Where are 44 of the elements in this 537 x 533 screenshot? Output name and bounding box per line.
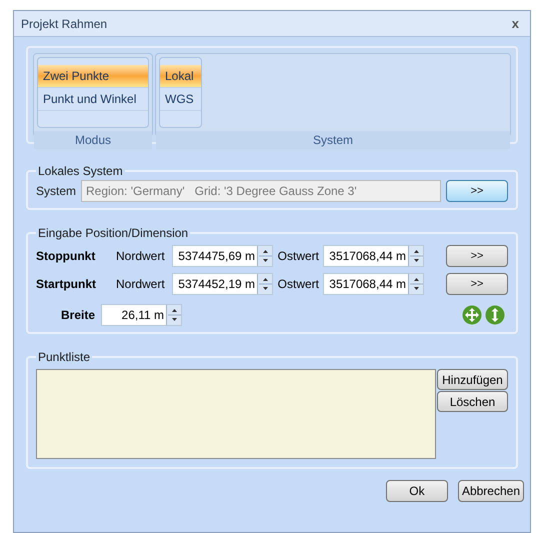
point-list[interactable] (36, 369, 436, 459)
browse-button[interactable]: >> (446, 180, 508, 202)
field-value: 3517068,44 m (328, 248, 407, 265)
dialog-button[interactable]: Abbrechen (458, 480, 524, 502)
field-label: Breite (61, 307, 96, 324)
spin-buttons[interactable] (408, 246, 423, 266)
field-value: 26,11 m (120, 307, 165, 324)
spin-buttons[interactable] (166, 305, 181, 325)
spin-buttons[interactable] (408, 274, 423, 294)
field-label: Nordwert (116, 248, 166, 265)
field-value: 3517068,44 m (328, 276, 407, 293)
field-label: System (36, 183, 76, 200)
group-title: Punktliste (37, 349, 92, 366)
field-label: Ostwert (276, 248, 320, 265)
list-button[interactable]: Löschen (437, 391, 508, 412)
system-field[interactable]: Region: 'Germany' Grid: '3 Degree Gauss Zone 3' (81, 180, 441, 202)
group-label: Modus (34, 131, 152, 149)
spin-field[interactable]: 3517068,44 m (323, 245, 424, 267)
point-label: Startpunkt (36, 276, 97, 293)
point-label: Stoppunkt (36, 248, 96, 265)
option-item[interactable]: Lokal (160, 65, 201, 88)
pick-button[interactable]: >> (446, 273, 508, 295)
field-value: 5374452,19 m (177, 276, 256, 293)
field-label: Ostwert (276, 276, 320, 293)
spin-field[interactable]: 5374452,19 m (172, 273, 273, 295)
group-label: System (156, 131, 510, 149)
field-value: 5374475,69 m (177, 248, 256, 265)
group-title: Eingabe Position/Dimension (37, 225, 190, 242)
option-item[interactable]: Zwei Punkte (38, 65, 148, 88)
group-title: Lokales System (37, 163, 124, 180)
spin-field[interactable]: 3517068,44 m (323, 273, 424, 295)
spin-buttons[interactable] (257, 246, 272, 266)
option-item[interactable]: Punkt und Winkel (38, 88, 148, 111)
option-item[interactable]: WGS (160, 88, 201, 111)
move-arrows-icon[interactable] (462, 305, 482, 325)
window-title: Projekt Rahmen (21, 16, 108, 32)
pick-button[interactable]: >> (446, 245, 508, 267)
dialog-button[interactable]: Ok (386, 480, 448, 502)
field-label: Nordwert (116, 276, 166, 293)
spin-buttons[interactable] (257, 274, 272, 294)
spin-field[interactable]: 5374475,69 m (172, 245, 273, 267)
list-button[interactable]: Hinzufügen (437, 369, 508, 390)
close-button[interactable]: x (508, 17, 523, 30)
spin-field[interactable]: 26,11 m (101, 304, 182, 326)
